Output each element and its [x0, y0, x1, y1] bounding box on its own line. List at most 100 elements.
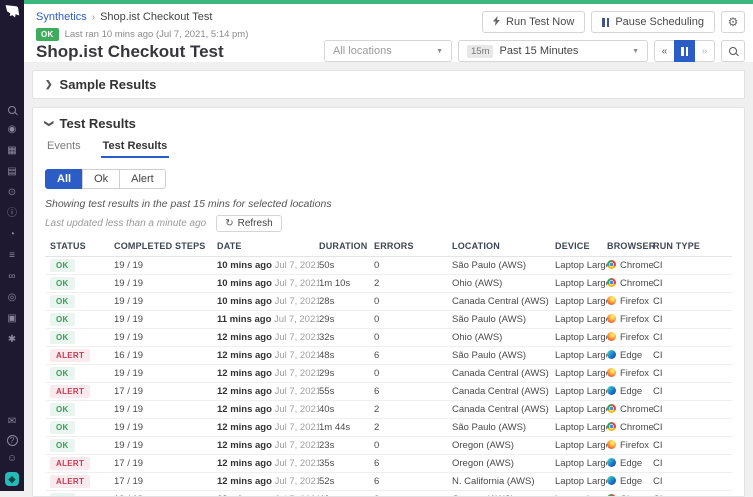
status-badge: OK [36, 28, 59, 41]
table-row[interactable]: OK19 / 1910 mins ago Jul 7, 2021, 5:…1m … [45, 275, 732, 293]
monitors-icon[interactable]: ⓘ [7, 209, 17, 219]
location-cell: Canada Central (AWS) [452, 404, 555, 415]
refresh-label: Refresh [238, 218, 273, 229]
column-header-status: STATUS [45, 241, 114, 251]
security-icon[interactable]: ▣ [7, 314, 16, 324]
user-icon[interactable]: ☺ [7, 454, 17, 464]
zoom-search-button[interactable] [721, 40, 745, 62]
run-type-cell: CI [653, 314, 732, 325]
datadog-account-icon[interactable]: ◆ [5, 472, 19, 486]
completed-steps-cell: 19 / 19 [114, 368, 217, 379]
search-icon[interactable] [8, 106, 16, 114]
device-cell: Laptop Large [555, 422, 607, 433]
time-nav-group: « » [654, 40, 715, 62]
completed-steps-cell: 19 / 19 [114, 260, 217, 271]
ci-icon[interactable]: ∞ [8, 272, 15, 282]
table-row[interactable]: OK19 / 1912 mins ago Jul 7, 2021, 5:…29s… [45, 365, 732, 383]
filter-alert-button[interactable]: Alert [119, 169, 166, 189]
location-cell: Canada Central (AWS) [452, 368, 555, 379]
settings-button[interactable]: ⚙ [721, 11, 745, 33]
duration-cell: 50s [319, 260, 374, 271]
table-row[interactable]: ALERT17 / 1912 mins ago Jul 7, 2021, 5:…… [45, 455, 732, 473]
test-results-tabs: Events Test Results [45, 140, 732, 158]
table-row[interactable]: OK19 / 1912 mins ago Jul 7, 2021, 5:…40s… [45, 401, 732, 419]
table-row[interactable]: ALERT17 / 1912 mins ago Jul 7, 2021, 5:…… [45, 473, 732, 491]
table-row[interactable]: ALERT16 / 1912 mins ago Jul 7, 2021, 5:…… [45, 347, 732, 365]
location-cell: São Paulo (AWS) [452, 350, 555, 361]
table-row[interactable]: ALERT17 / 1912 mins ago Jul 7, 2021, 5:…… [45, 383, 732, 401]
table-row[interactable]: OK19 / 1910 mins ago Jul 7, 2021, 5:…28s… [45, 293, 732, 311]
datadog-logo-icon[interactable] [4, 4, 20, 24]
browser-cell: Edge [607, 350, 653, 361]
chat-icon[interactable]: ✉ [8, 417, 16, 427]
chevron-down-icon: ▼ [436, 48, 443, 55]
tab-test-results[interactable]: Test Results [101, 140, 170, 158]
filter-ok-button[interactable]: Ok [82, 169, 120, 189]
errors-cell: 0 [374, 260, 452, 271]
locations-select[interactable]: All locations ▼ [324, 40, 452, 62]
pause-scheduling-button[interactable]: Pause Scheduling [591, 11, 715, 33]
header-actions: Run Test Now Pause Scheduling ⚙ [482, 11, 745, 33]
table-row[interactable]: OK19 / 1910 mins ago Jul 7, 2021, 5:…50s… [45, 257, 732, 275]
location-cell: N. California (AWS) [452, 476, 555, 487]
breadcrumb: Synthetics›Shop.ist Checkout Test [36, 11, 212, 23]
duration-cell: 1m 44s [319, 422, 374, 433]
test-results-toggle[interactable]: ❯ Test Results [45, 116, 732, 131]
run-test-now-button[interactable]: Run Test Now [482, 11, 585, 33]
run-type-cell: CI [653, 404, 732, 415]
tab-events[interactable]: Events [45, 140, 83, 158]
date-cell: 11 mins ago Jul 7, 2021, 5:… [217, 314, 319, 325]
infrastructure-icon[interactable]: ⊙ [8, 188, 16, 198]
refresh-button[interactable]: ↻ Refresh [216, 215, 281, 232]
column-header-completed-steps: COMPLETED STEPS [114, 241, 217, 251]
device-cell: Laptop Large [555, 404, 607, 415]
device-cell: Laptop Large [555, 260, 607, 271]
status-cell: OK [45, 278, 114, 289]
metrics-icon[interactable]: ▤ [7, 167, 16, 177]
sample-results-toggle[interactable]: ❯ Sample Results [45, 77, 732, 92]
pause-scheduling-label: Pause Scheduling [615, 16, 704, 28]
table-row[interactable]: OK19 / 1911 mins ago Jul 7, 2021, 5:…29s… [45, 311, 732, 329]
status-cell: ALERT [45, 350, 114, 361]
completed-steps-cell: 19 / 19 [114, 404, 217, 415]
showing-note: Showing test results in the past 15 mins… [45, 198, 732, 210]
status-badge: OK [50, 331, 75, 344]
time-pause-button[interactable] [674, 40, 695, 62]
completed-steps-cell: 17 / 19 [114, 476, 217, 487]
page-title: Shop.ist Checkout Test [36, 42, 224, 62]
logs-icon[interactable]: ≡ [9, 251, 15, 261]
run-type-cell: CI [653, 422, 732, 433]
firefox-icon [607, 332, 616, 341]
duration-cell: 23s [319, 440, 374, 451]
table-row[interactable]: OK19 / 1912 mins ago Jul 7, 2021, 5:…43s… [45, 491, 732, 497]
watchdog-icon[interactable]: ◉ [8, 125, 17, 135]
device-cell: Laptop Large [555, 458, 607, 469]
status-filter-group: AllOkAlert [45, 169, 166, 189]
run-type-cell: CI [653, 458, 732, 469]
time-backward-button[interactable]: « [654, 40, 675, 62]
updated-row: Last updated less than a minute ago ↻ Re… [45, 215, 732, 232]
completed-steps-cell: 17 / 19 [114, 386, 217, 397]
apm-icon[interactable]: ◔ [9, 230, 15, 240]
table-row[interactable]: OK19 / 1912 mins ago Jul 7, 2021, 5:…1m … [45, 419, 732, 437]
filter-all-button[interactable]: All [45, 169, 83, 189]
status-badge: OK [50, 295, 75, 308]
errors-cell: 6 [374, 350, 452, 361]
time-range-select[interactable]: 15m Past 15 Minutes ▼ [458, 40, 648, 62]
errors-cell: 2 [374, 278, 452, 289]
time-forward-button[interactable]: » [694, 40, 715, 62]
synthetics-icon[interactable]: ◎ [8, 293, 17, 303]
breadcrumb-synthetics-link[interactable]: Synthetics [36, 11, 87, 23]
date-cell: 12 mins ago Jul 7, 2021, 5:… [217, 368, 319, 379]
table-row[interactable]: OK19 / 1912 mins ago Jul 7, 2021, 5:…23s… [45, 437, 732, 455]
table-row[interactable]: OK19 / 1912 mins ago Jul 7, 2021, 5:…32s… [45, 329, 732, 347]
errors-cell: 0 [374, 332, 452, 343]
dashboards-icon[interactable]: ▦ [7, 146, 16, 156]
errors-cell: 0 [374, 296, 452, 307]
duration-cell: 35s [319, 458, 374, 469]
marketplace-icon[interactable]: ✱ [8, 335, 16, 345]
run-type-cell: CI [653, 440, 732, 451]
errors-cell: 0 [374, 368, 452, 379]
status-badge: ALERT [50, 475, 90, 488]
help-icon[interactable]: ? [7, 435, 18, 446]
